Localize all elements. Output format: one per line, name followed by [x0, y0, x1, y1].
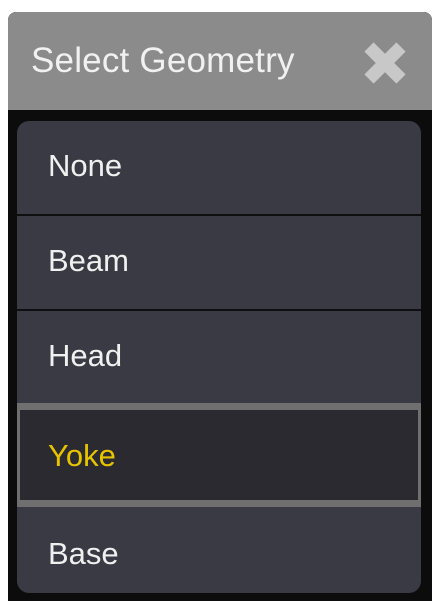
list-item-head[interactable]: Head: [17, 311, 421, 405]
dialog-titlebar: Select Geometry: [8, 12, 432, 110]
select-geometry-dialog: Select Geometry None Beam Head Yoke Base: [8, 12, 432, 601]
geometry-list: None Beam Head Yoke Base: [17, 121, 421, 593]
list-item-label: None: [48, 148, 123, 183]
dialog-title: Select Geometry: [31, 41, 295, 80]
close-button[interactable]: [360, 38, 410, 88]
close-x-icon: [364, 42, 406, 84]
list-item-none[interactable]: None: [17, 121, 421, 215]
list-item-label: Base: [48, 536, 119, 571]
list-item-base[interactable]: Base: [17, 509, 421, 593]
list-item-yoke[interactable]: Yoke: [17, 403, 421, 507]
list-item-beam[interactable]: Beam: [17, 216, 421, 310]
list-item-label: Beam: [48, 243, 129, 278]
list-item-label: Head: [48, 338, 123, 373]
list-item-label: Yoke: [48, 438, 116, 473]
